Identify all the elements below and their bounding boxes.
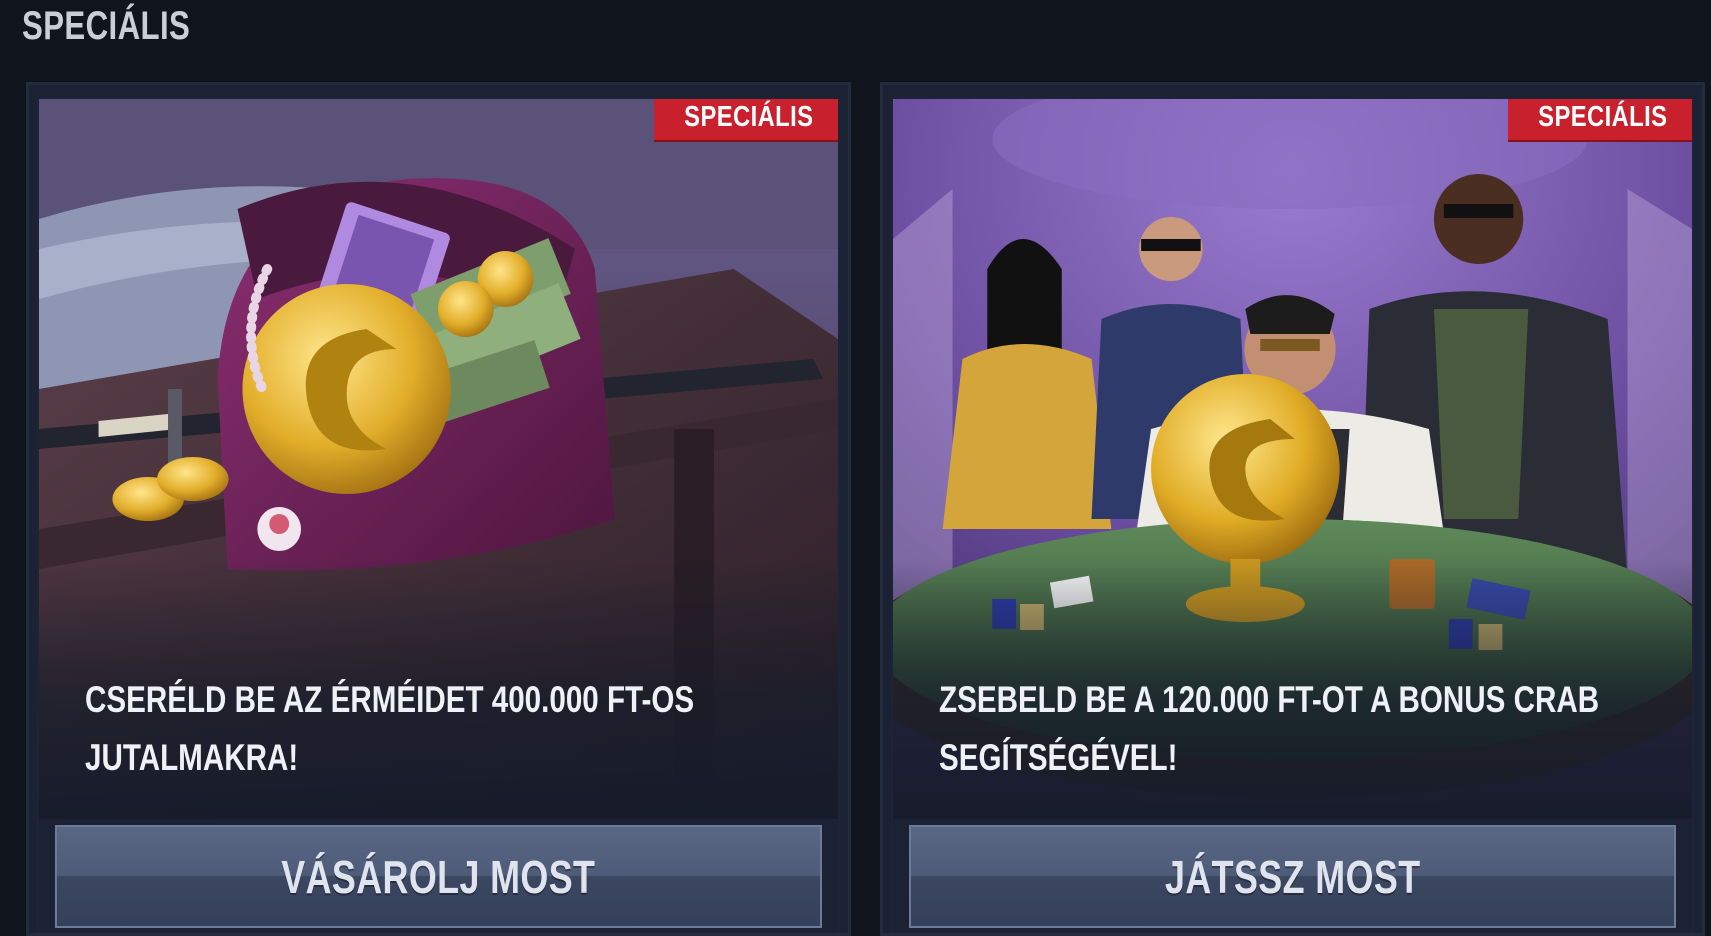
buy-now-button[interactable]: VÁSÁROLJ MOST	[55, 825, 822, 928]
headline-line-1: ZSEBELD BE A 120.000 FT-OT A BONUS CRAB	[939, 679, 1600, 720]
headline-line-2: SEGÍTSÉGÉVEL!	[939, 737, 1178, 778]
card-frame: SPECIÁLIS CSERÉLD BE AZ ÉRMÉIDET 400.000…	[37, 97, 840, 933]
promo-card-exchange-coins[interactable]: SPECIÁLIS CSERÉLD BE AZ ÉRMÉIDET 400.000…	[26, 82, 851, 936]
special-badge: SPECIÁLIS	[1508, 99, 1692, 140]
special-badge: SPECIÁLIS	[654, 99, 838, 140]
play-now-button[interactable]: JÁTSSZ MOST	[909, 825, 1676, 928]
headline-line-2: JUTALMAKRA!	[85, 737, 299, 778]
card-frame: SPECIÁLIS ZSEBELD BE A 120.000 FT-OT A B…	[891, 97, 1694, 933]
headline-line-1: CSERÉLD BE AZ ÉRMÉIDET 400.000 FT-OS	[85, 679, 695, 720]
promo-card-bonus-crab[interactable]: SPECIÁLIS ZSEBELD BE A 120.000 FT-OT A B…	[880, 82, 1705, 936]
promo-headline: CSERÉLD BE AZ ÉRMÉIDET 400.000 FT-OS JUT…	[85, 671, 798, 787]
promo-headline: ZSEBELD BE A 120.000 FT-OT A BONUS CRAB …	[939, 671, 1652, 787]
section-title: SPECIÁLIS	[22, 4, 191, 48]
